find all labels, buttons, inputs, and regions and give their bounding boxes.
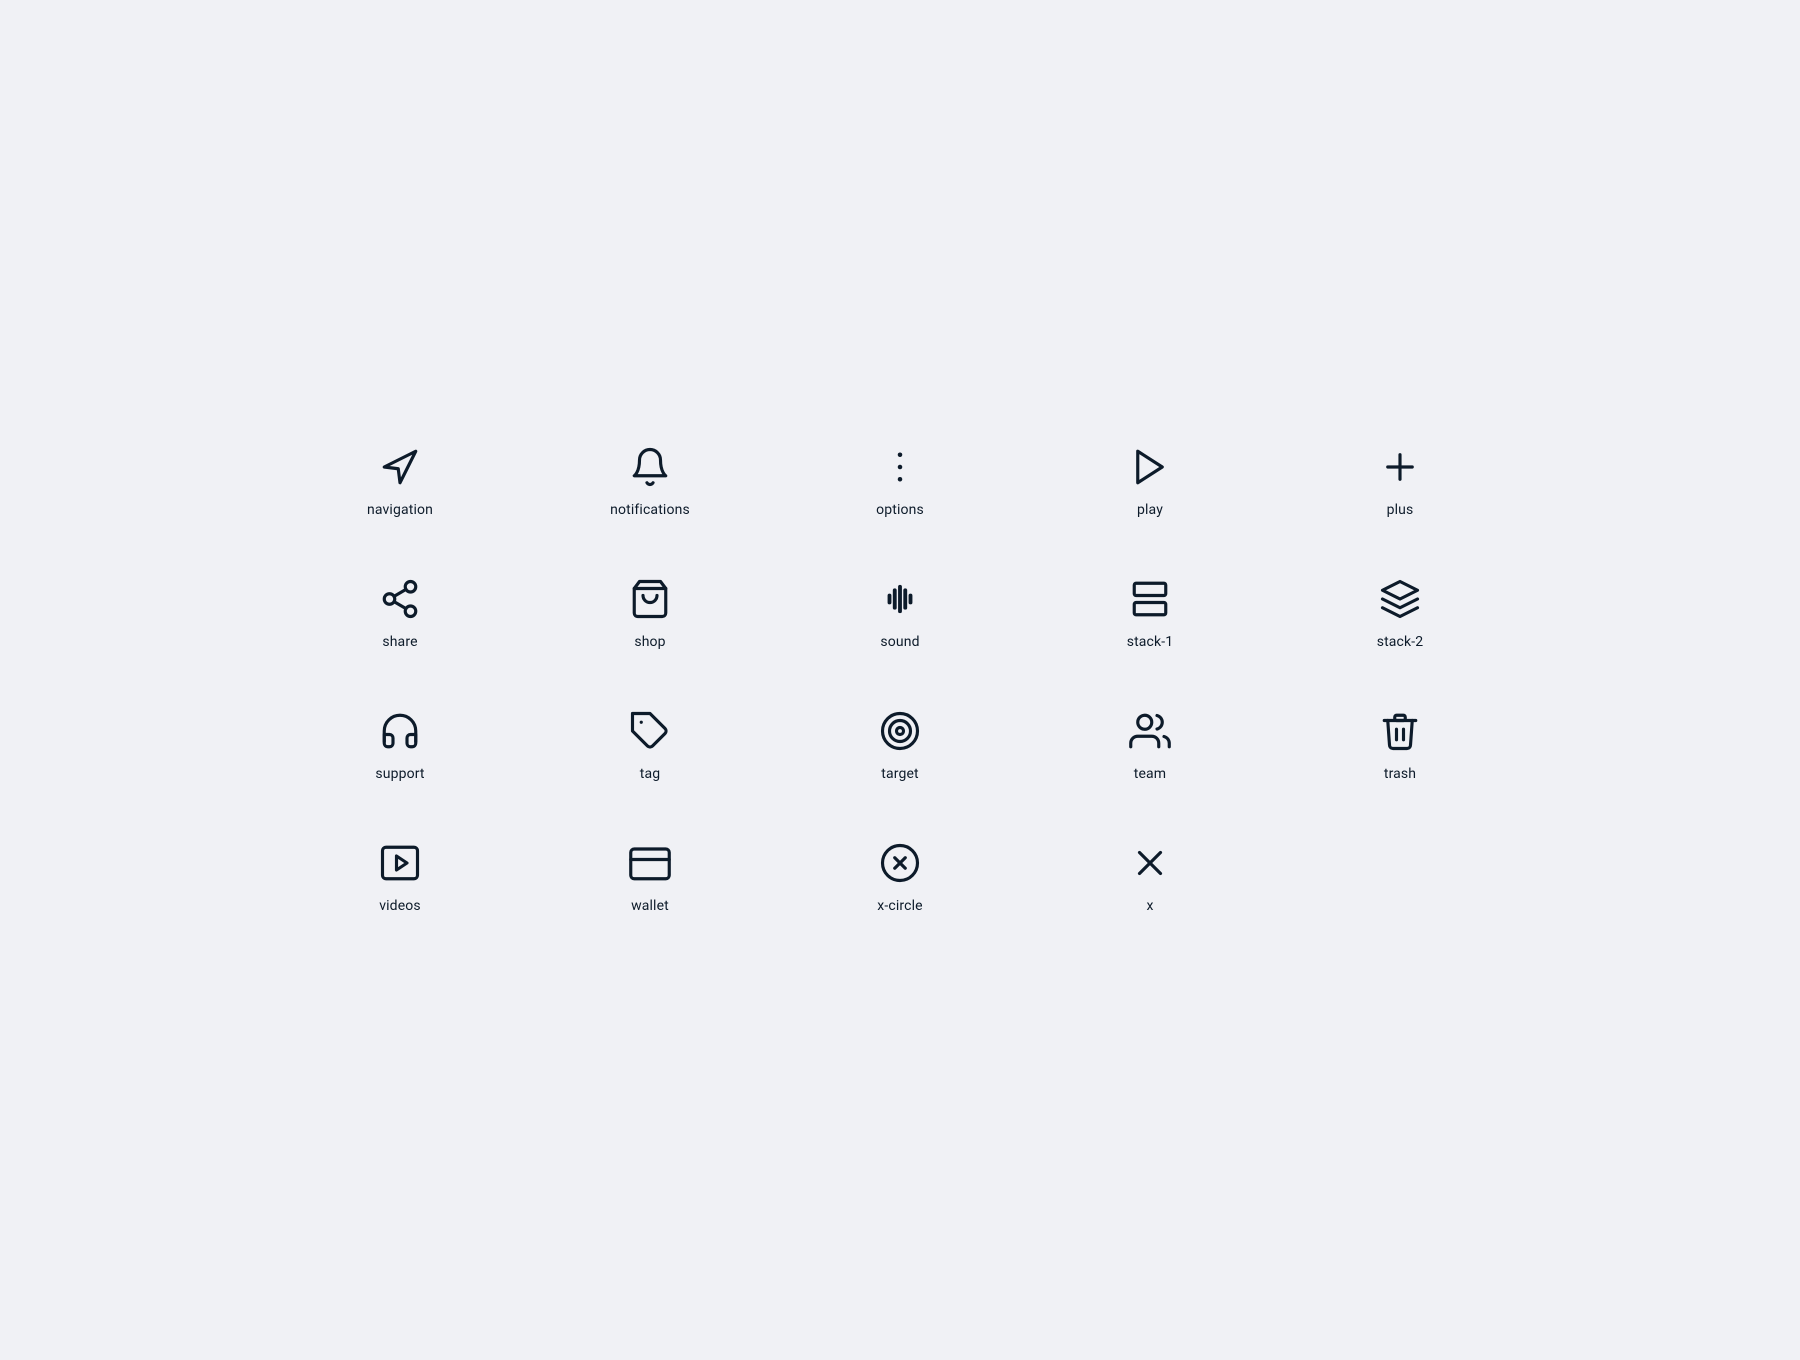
x-icon	[1129, 842, 1171, 884]
icon-item-team[interactable]: team	[1045, 710, 1255, 782]
trash-icon	[1379, 710, 1421, 752]
plus-icon	[1379, 446, 1421, 488]
icon-item-notifications[interactable]: notifications	[545, 446, 755, 518]
videos-label: videos	[379, 898, 421, 914]
icon-item-support[interactable]: support	[295, 710, 505, 782]
x-label: x	[1146, 898, 1153, 914]
target-label: target	[881, 766, 919, 782]
videos-icon	[379, 842, 421, 884]
icon-item-target[interactable]: target	[795, 710, 1005, 782]
team-icon	[1129, 710, 1171, 752]
x-circle-label: x-circle	[877, 898, 922, 914]
shop-label: shop	[634, 634, 665, 650]
play-icon	[1129, 446, 1171, 488]
stack-1-icon	[1129, 578, 1171, 620]
wallet-label: wallet	[631, 898, 669, 914]
icon-item-plus[interactable]: plus	[1295, 446, 1505, 518]
shop-icon	[629, 578, 671, 620]
icon-item-play[interactable]: play	[1045, 446, 1255, 518]
navigation-icon	[379, 446, 421, 488]
icon-item-videos[interactable]: videos	[295, 842, 505, 914]
stack-2-label: stack-2	[1377, 634, 1424, 650]
stack-2-icon	[1379, 578, 1421, 620]
icon-item-stack-2[interactable]: stack-2	[1295, 578, 1505, 650]
icon-item-tag[interactable]: tag	[545, 710, 755, 782]
tag-label: tag	[640, 766, 660, 782]
support-label: support	[375, 766, 424, 782]
icon-item-options[interactable]: options	[795, 446, 1005, 518]
notifications-label: notifications	[610, 502, 690, 518]
icon-item-navigation[interactable]: navigation	[295, 446, 505, 518]
team-label: team	[1134, 766, 1166, 782]
notifications-icon	[629, 446, 671, 488]
share-label: share	[382, 634, 417, 650]
icon-item-x[interactable]: x	[1045, 842, 1255, 914]
options-icon	[879, 446, 921, 488]
trash-label: trash	[1384, 766, 1416, 782]
icon-grid: navigation notifications options play	[215, 366, 1585, 994]
plus-label: plus	[1387, 502, 1414, 518]
support-icon	[379, 710, 421, 752]
options-label: options	[876, 502, 924, 518]
x-circle-icon	[879, 842, 921, 884]
icon-item-shop[interactable]: shop	[545, 578, 755, 650]
icon-item-share[interactable]: share	[295, 578, 505, 650]
share-icon	[379, 578, 421, 620]
sound-icon	[879, 578, 921, 620]
stack-1-label: stack-1	[1127, 634, 1174, 650]
icon-item-stack-1[interactable]: stack-1	[1045, 578, 1255, 650]
play-label: play	[1137, 502, 1163, 518]
wallet-icon	[629, 842, 671, 884]
icon-item-sound[interactable]: sound	[795, 578, 1005, 650]
icon-item-wallet[interactable]: wallet	[545, 842, 755, 914]
icon-item-trash[interactable]: trash	[1295, 710, 1505, 782]
navigation-label: navigation	[367, 502, 433, 518]
sound-label: sound	[880, 634, 919, 650]
icon-item-x-circle[interactable]: x-circle	[795, 842, 1005, 914]
target-icon	[879, 710, 921, 752]
tag-icon	[629, 710, 671, 752]
